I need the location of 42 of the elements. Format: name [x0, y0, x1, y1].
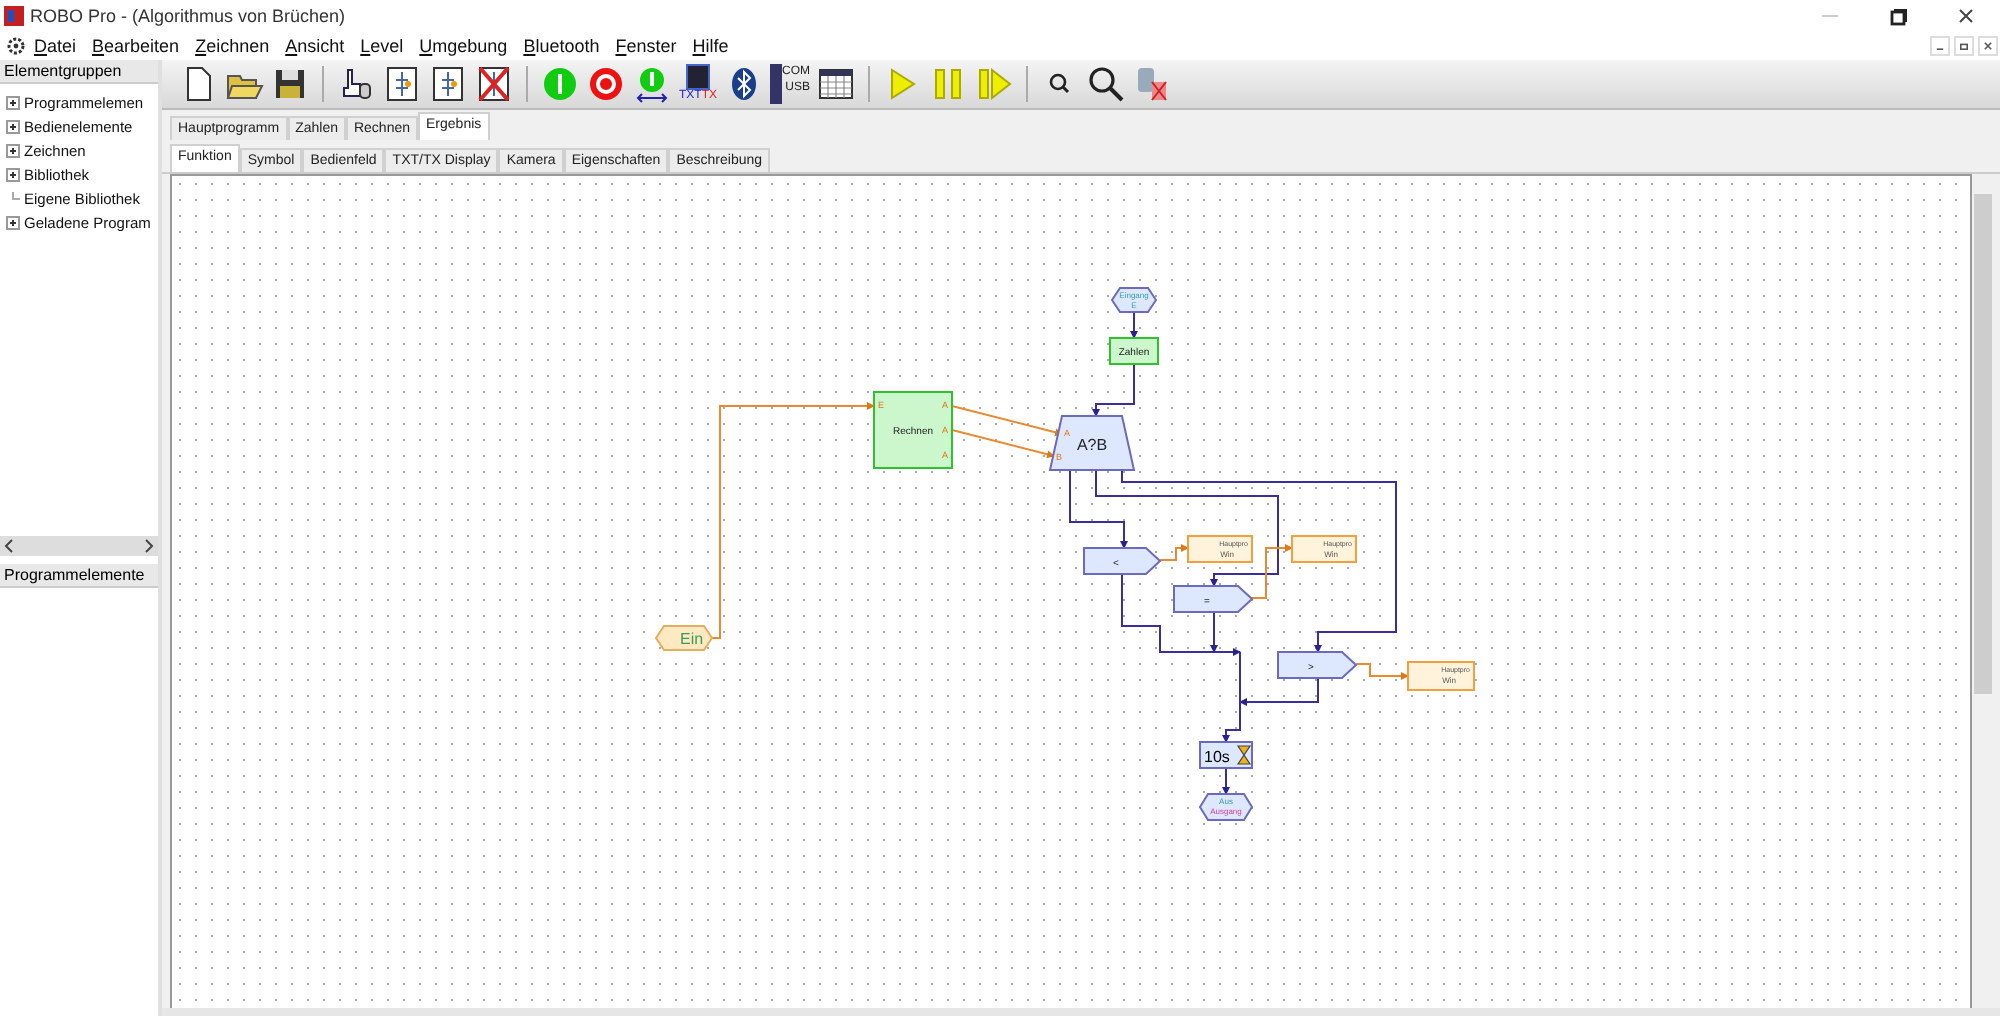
stop-icon[interactable] — [586, 64, 626, 104]
start-icon[interactable] — [540, 64, 580, 104]
restore-icon[interactable] — [1888, 6, 1908, 26]
expand-icon[interactable] — [6, 95, 20, 109]
expand-icon[interactable] — [6, 119, 20, 133]
menu-item[interactable]: Zeichnen — [195, 36, 270, 56]
menu-item[interactable]: Datei — [34, 36, 77, 56]
table-icon[interactable] — [816, 64, 856, 104]
horizontal-scrollbar[interactable] — [0, 536, 158, 556]
connector-line — [951, 429, 1055, 459]
menu-item[interactable]: Level — [360, 36, 404, 56]
app-logo-icon — [4, 6, 24, 26]
scroll-right-icon[interactable] — [142, 538, 154, 554]
connector-line — [1092, 363, 1135, 417]
menu-item[interactable]: Umgebung — [419, 36, 508, 56]
flowchart-icon[interactable] — [382, 64, 422, 104]
restore-icon[interactable] — [1954, 36, 1974, 56]
save-icon[interactable] — [270, 64, 310, 104]
panel-header: Programmelemente — [0, 564, 158, 588]
zoom-in-icon[interactable] — [1086, 64, 1126, 104]
scroll-left-icon[interactable] — [4, 538, 16, 554]
menu-item[interactable]: Fenster — [615, 36, 677, 56]
menu-item[interactable]: Bearbeiten — [92, 36, 180, 56]
expand-icon[interactable] — [6, 215, 20, 229]
menu-item[interactable]: Hilfe — [692, 36, 729, 56]
connector-line — [1130, 311, 1138, 339]
connector-line — [951, 405, 1063, 437]
download-icon[interactable] — [632, 64, 672, 104]
connector-line — [1222, 767, 1230, 795]
flowchart-icon[interactable] — [428, 64, 468, 104]
wait-block[interactable]: 10s — [1199, 741, 1253, 769]
panel-header: Elementgruppen — [0, 60, 158, 84]
menu-item[interactable]: Bluetooth — [523, 36, 600, 56]
connector-line — [1355, 663, 1409, 680]
crossed-flowchart-icon[interactable] — [474, 64, 514, 104]
disconnected-device-icon[interactable] — [1132, 64, 1172, 104]
close-icon[interactable] — [1956, 6, 1976, 26]
expand-icon[interactable] — [6, 167, 20, 181]
gear-icon[interactable] — [6, 36, 26, 56]
expand-icon[interactable] — [6, 143, 20, 157]
menu-item[interactable]: Ansicht — [285, 36, 345, 56]
window-title: ROBO Pro - (Algorithmus von Brüchen) — [30, 6, 346, 26]
